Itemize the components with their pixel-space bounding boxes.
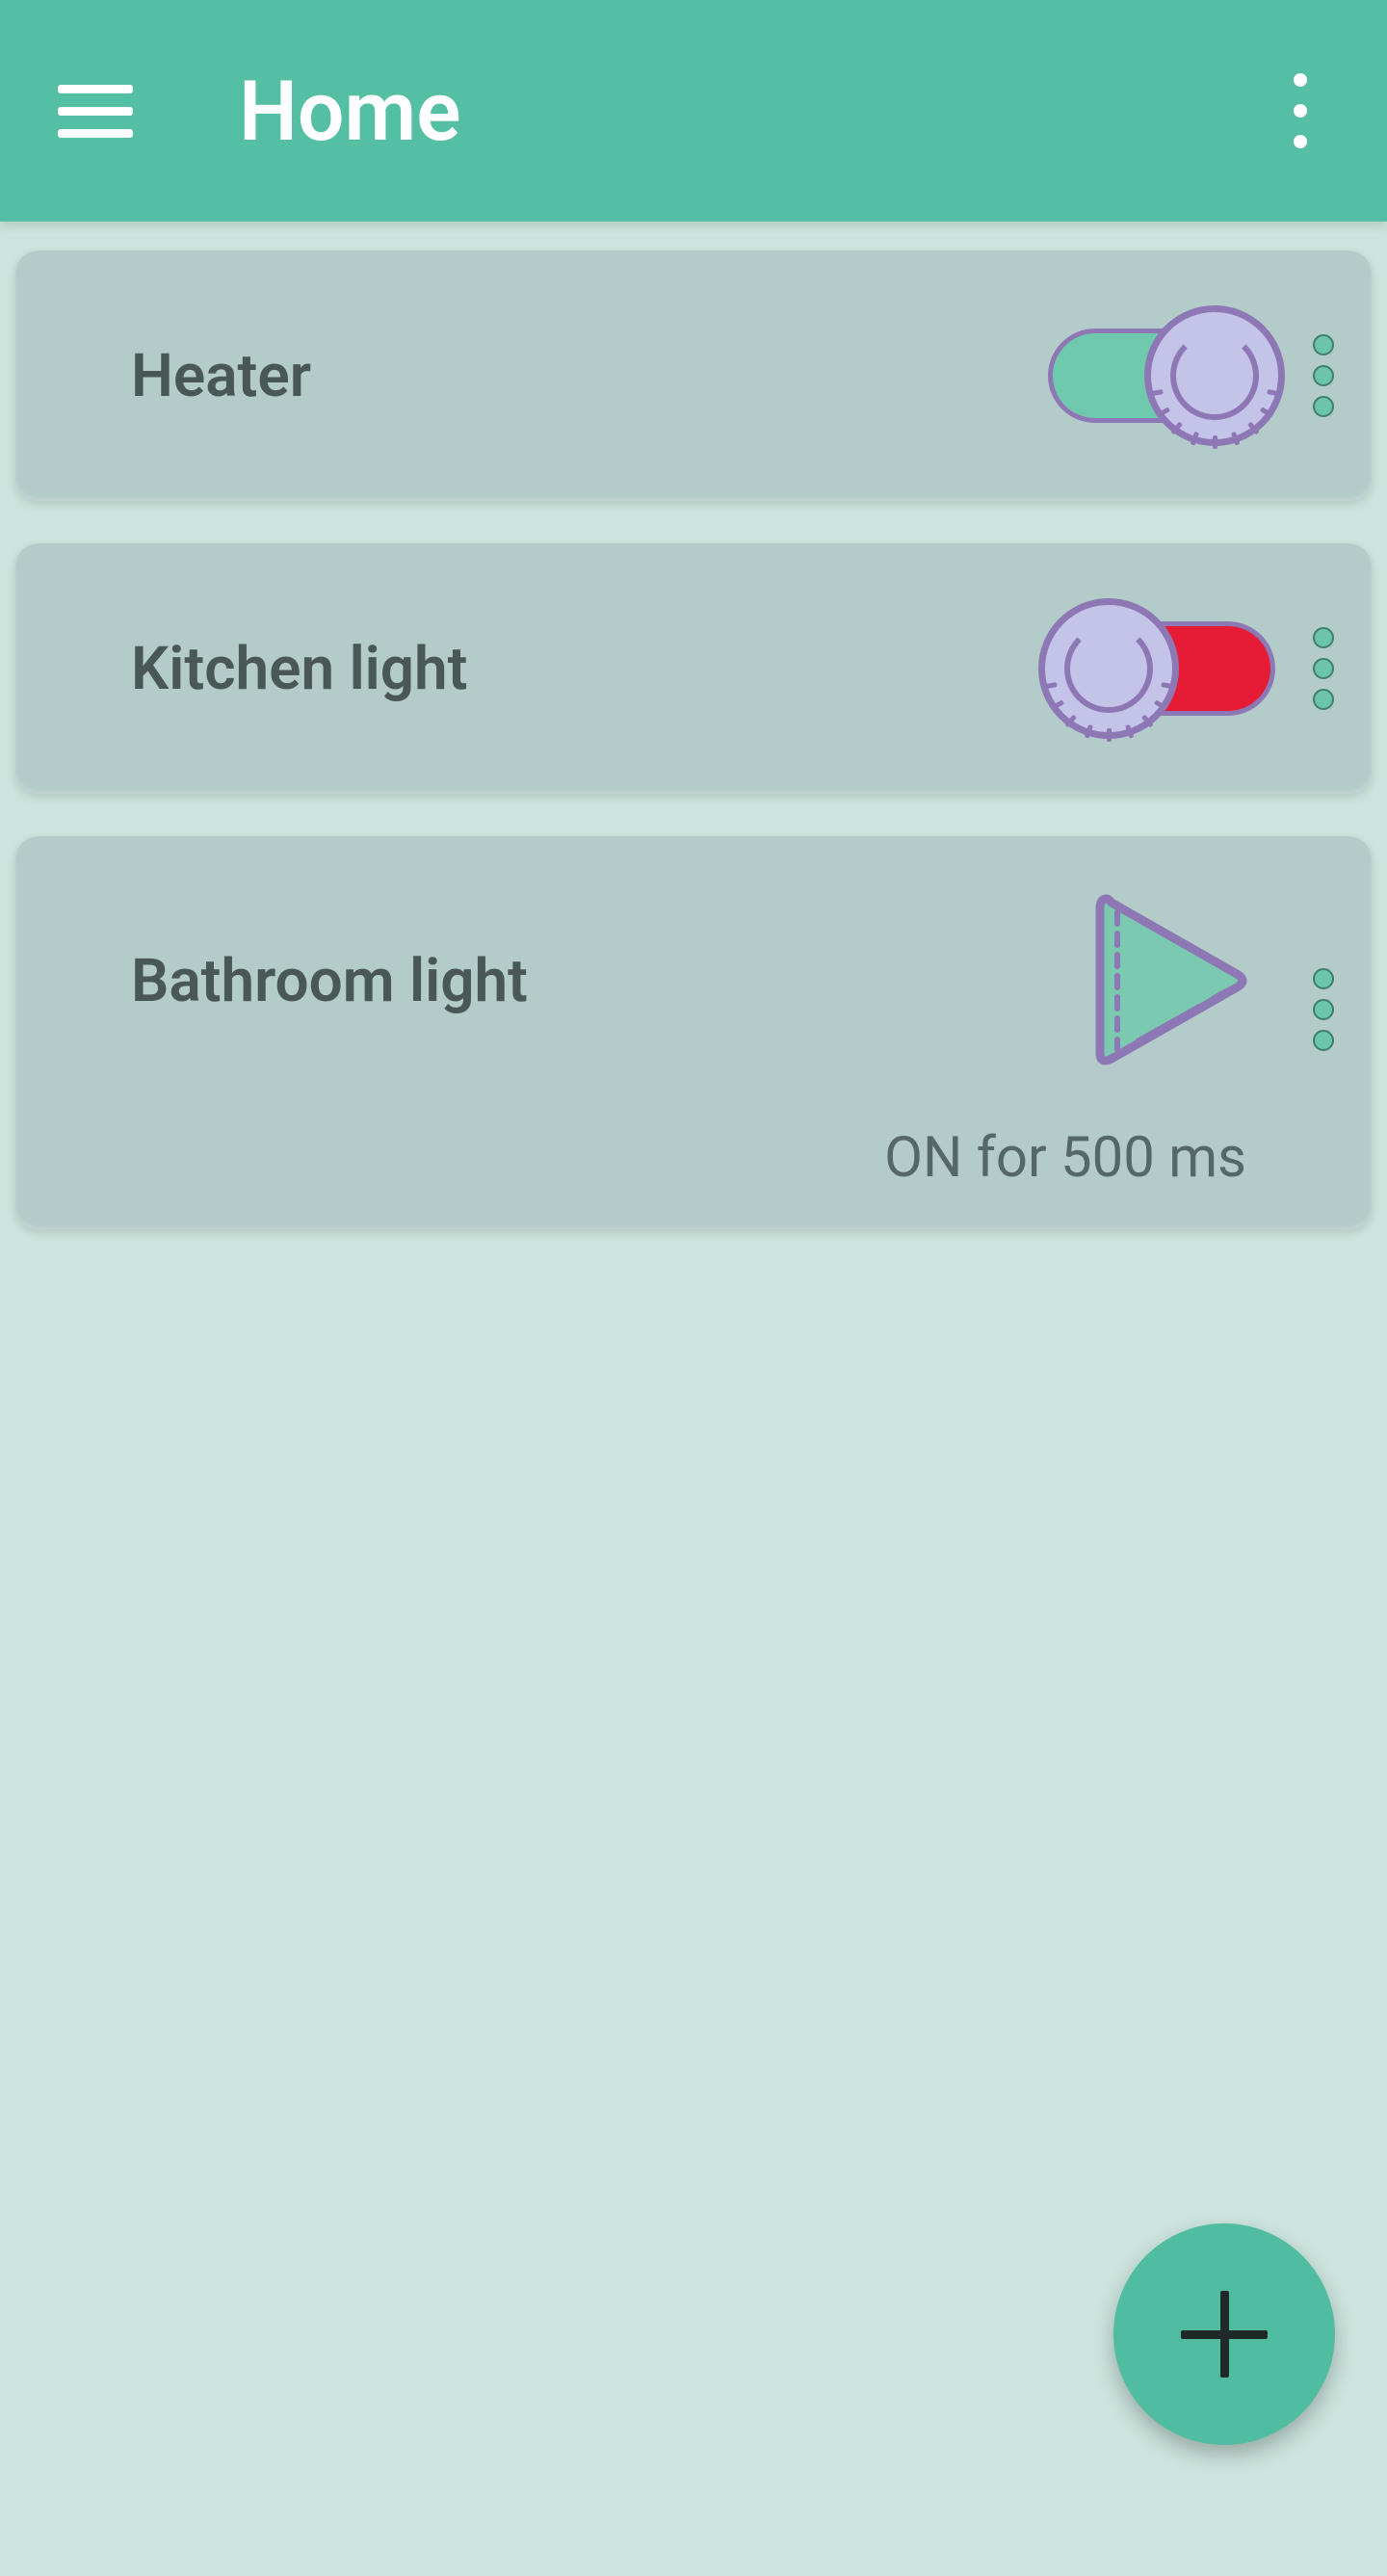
overflow-icon[interactable]: [1271, 63, 1329, 159]
device-label: Heater: [131, 341, 1048, 411]
add-button[interactable]: [1113, 2223, 1335, 2445]
device-overflow-icon[interactable]: [1304, 616, 1343, 722]
device-toggle[interactable]: [1048, 315, 1275, 436]
device-card: Kitchen light: [15, 543, 1372, 794]
device-overflow-icon[interactable]: [1304, 957, 1343, 1063]
device-card: Heater: [15, 250, 1372, 501]
menu-icon[interactable]: [58, 73, 133, 148]
device-caption: ON for 500 ms: [131, 1125, 1343, 1229]
page-title: Home: [239, 63, 1271, 160]
device-overflow-icon[interactable]: [1304, 323, 1343, 429]
device-list: Heater: [0, 222, 1387, 1229]
device-toggle[interactable]: [1048, 608, 1275, 729]
play-icon[interactable]: [1063, 880, 1256, 1082]
device-label: Bathroom light: [131, 946, 1063, 1016]
app-bar: Home: [0, 0, 1387, 222]
device-card: Bathroom light: [15, 836, 1372, 1229]
device-label: Kitchen light: [131, 634, 1048, 704]
